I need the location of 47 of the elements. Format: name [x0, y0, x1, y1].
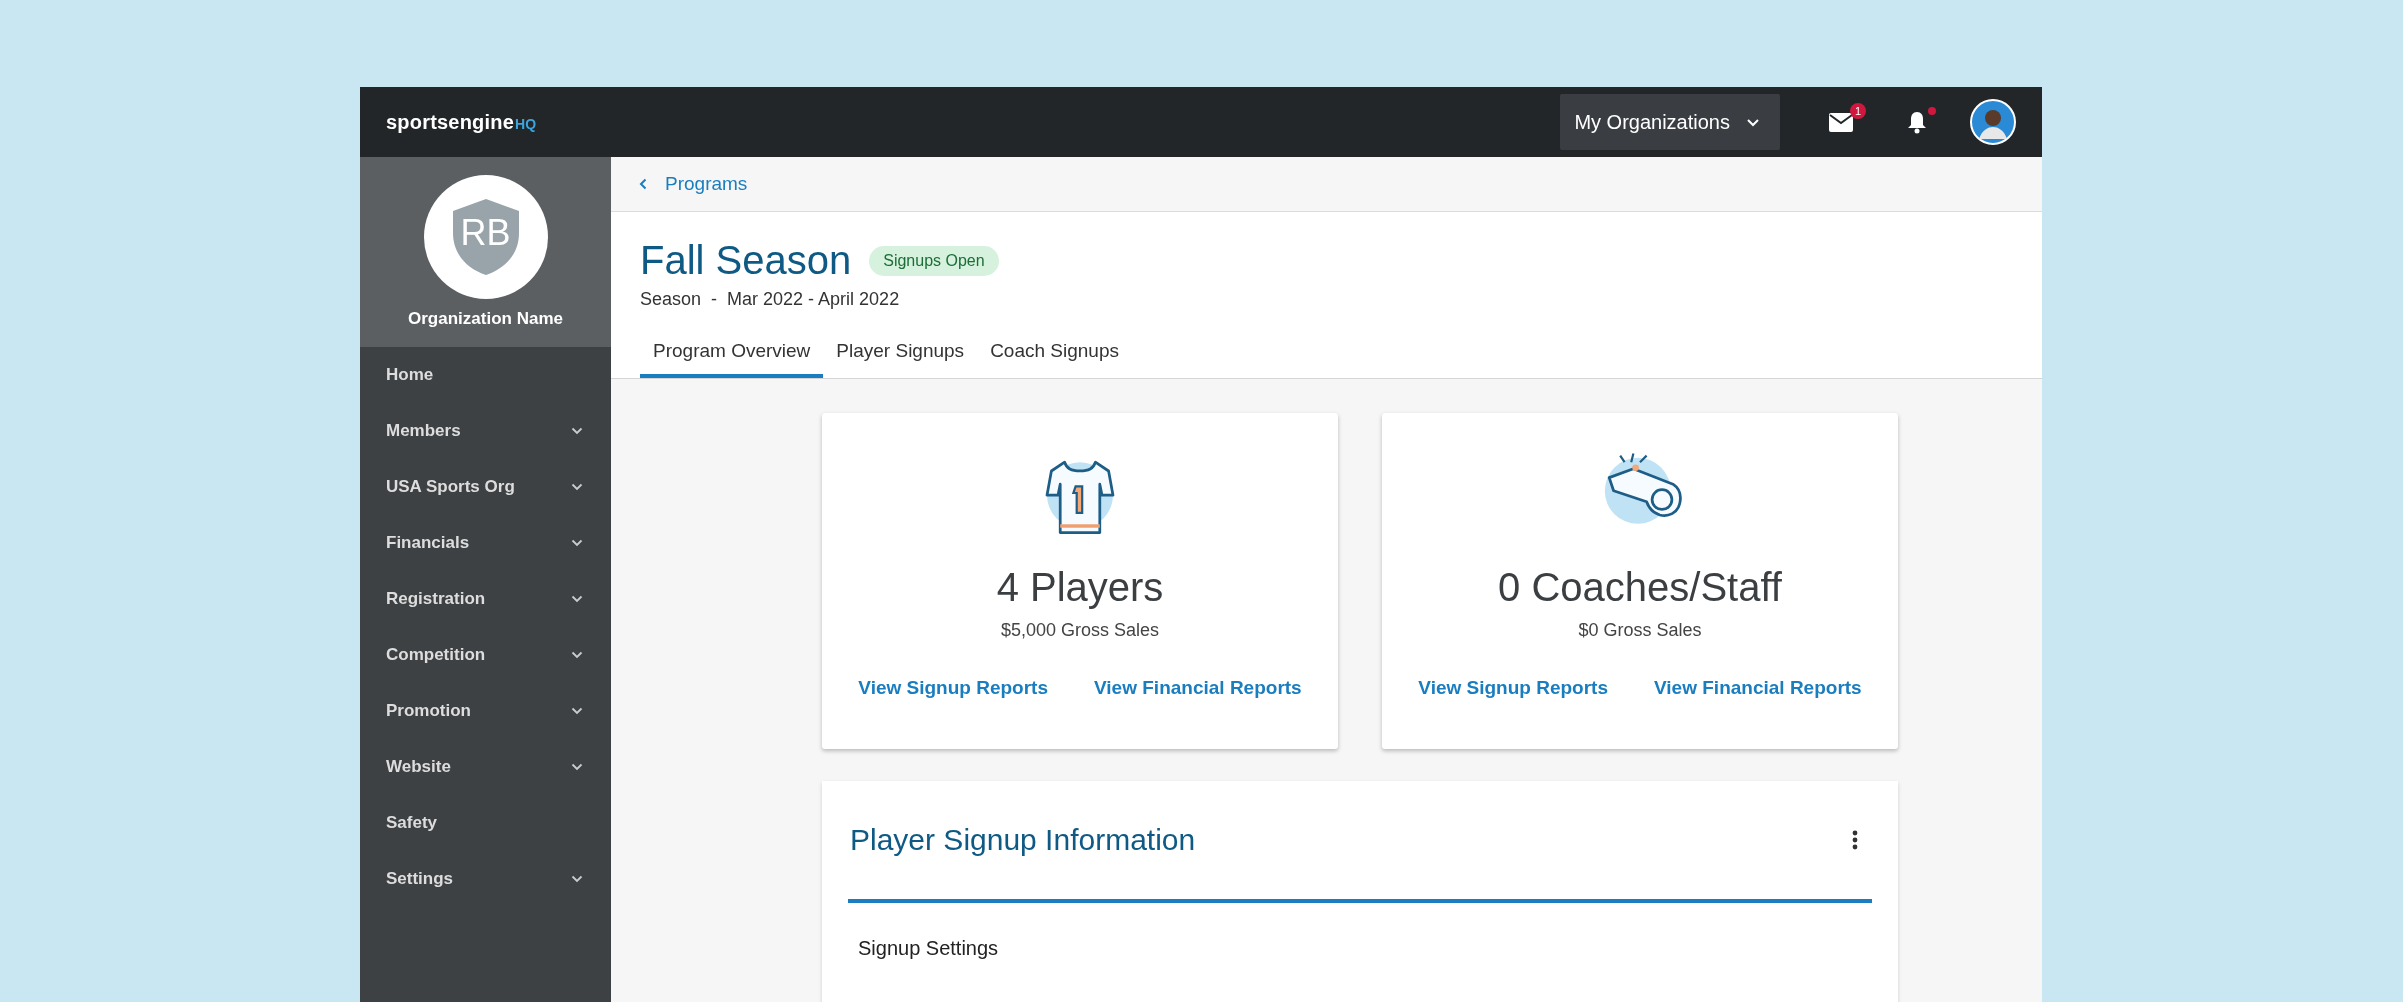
section-heading: Signup Settings [857, 936, 1000, 960]
mail-count-badge: 1 [1850, 102, 1866, 119]
tab[interactable]: Coach Signups [977, 330, 1132, 378]
sidebar-item[interactable]: Safety [360, 795, 611, 851]
count-heading: 0 Coaches/Staff [1498, 565, 1782, 610]
sidebar-item[interactable]: Home [360, 347, 611, 403]
chevron-down-icon [571, 483, 583, 491]
chevron-down-icon [571, 763, 583, 771]
logo[interactable]: sportsengine HQ [386, 110, 537, 134]
chevron-down-icon [571, 539, 583, 547]
chevron-down-icon [571, 875, 583, 883]
count-heading: 4 Players [996, 565, 1164, 610]
avatar-icon[interactable] [1970, 99, 2016, 145]
report-link[interactable]: View Financial Reports [1654, 677, 1862, 699]
season-dates: Season - Mar 2022 - April 2022 [640, 289, 901, 310]
chevron-down-icon [571, 427, 583, 435]
sidebar-item[interactable]: Registration [360, 571, 611, 627]
chevron-left-icon [639, 178, 647, 190]
chevron-down-icon [571, 707, 583, 715]
report-link[interactable]: View Financial Reports [1094, 677, 1302, 699]
tab[interactable]: Program Overview [640, 330, 824, 378]
more-options-icon[interactable] [1852, 830, 1858, 850]
chevron-down-icon [1746, 117, 1760, 127]
sidebar-item[interactable]: USA Sports Org [360, 459, 611, 515]
breadcrumb-link[interactable]: Programs [639, 173, 748, 195]
sidebar-item[interactable]: Settings [360, 851, 611, 907]
page-title: Fall Season [640, 238, 852, 283]
panel-title: Player Signup Information [850, 823, 1196, 857]
sidebar-item[interactable]: Promotion [360, 683, 611, 739]
shield-icon [450, 197, 521, 277]
bell-icon[interactable] [1906, 110, 1928, 134]
sidebar-item[interactable]: Website [360, 739, 611, 795]
sidebar-item[interactable]: Competition [360, 627, 611, 683]
organizations-dropdown[interactable]: My Organizations [1560, 94, 1780, 150]
tab[interactable]: Player Signups [823, 330, 978, 378]
organization-initials: RB [460, 214, 511, 251]
chevron-down-icon [571, 595, 583, 603]
sidebar-item[interactable]: Financials [360, 515, 611, 571]
sidebar-item[interactable]: Members [360, 403, 611, 459]
mail-icon[interactable] [1829, 112, 1853, 132]
chevron-down-icon [571, 651, 583, 659]
organization-name: Organization Name [408, 309, 563, 329]
gross-sales: $5,000 Gross Sales [1000, 620, 1160, 641]
report-link[interactable]: View Signup Reports [1418, 677, 1608, 699]
status-tag: Signups Open [869, 245, 999, 276]
report-link[interactable]: View Signup Reports [858, 677, 1048, 699]
gross-sales: $0 Gross Sales [1578, 620, 1702, 641]
